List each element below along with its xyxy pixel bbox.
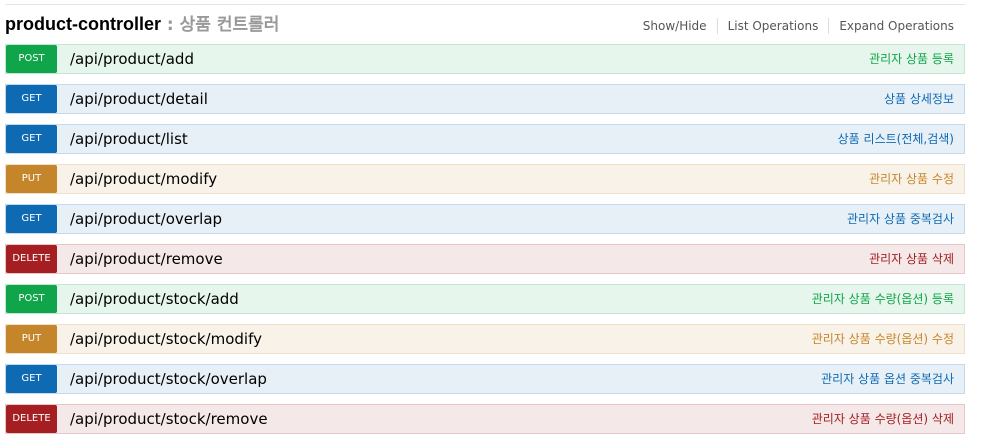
http-method-badge[interactable]: DELETE bbox=[6, 405, 57, 433]
endpoint-path[interactable]: /api/product/list bbox=[70, 125, 188, 153]
http-method-badge[interactable]: POST bbox=[6, 285, 57, 313]
endpoint-summary[interactable]: 관리자 상품 수량(옵션) 등록 bbox=[812, 285, 954, 313]
http-method-badge[interactable]: PUT bbox=[6, 165, 57, 193]
http-method-badge[interactable]: GET bbox=[6, 205, 57, 233]
endpoint-row[interactable]: GET /api/product/detail 상품 상세정보 bbox=[5, 84, 965, 114]
endpoint-row[interactable]: GET /api/product/list 상품 리스트(전체,검색) bbox=[5, 124, 965, 154]
endpoint-row[interactable]: GET /api/product/overlap 관리자 상품 중복검사 bbox=[5, 204, 965, 234]
endpoint-path[interactable]: /api/product/detail bbox=[70, 85, 208, 113]
endpoint-summary[interactable]: 상품 리스트(전체,검색) bbox=[838, 125, 954, 153]
list-operations-link[interactable]: List Operations bbox=[718, 18, 830, 34]
controller-header: product-controller : 상품 컨트롤러 Show/Hide L… bbox=[5, 8, 965, 38]
operations-links: Show/Hide List Operations Expand Operati… bbox=[633, 18, 954, 34]
http-method-badge[interactable]: GET bbox=[6, 365, 57, 393]
endpoint-path[interactable]: /api/product/stock/remove bbox=[70, 405, 268, 433]
controller-name[interactable]: product-controller bbox=[5, 14, 161, 34]
http-method-badge[interactable]: POST bbox=[6, 45, 57, 73]
expand-operations-link[interactable]: Expand Operations bbox=[829, 18, 954, 34]
endpoint-summary[interactable]: 관리자 상품 수정 bbox=[869, 165, 954, 193]
endpoint-row[interactable]: DELETE /api/product/remove 관리자 상품 삭제 bbox=[5, 244, 965, 274]
endpoint-path[interactable]: /api/product/modify bbox=[70, 165, 217, 193]
endpoint-summary[interactable]: 관리자 상품 옵션 중복검사 bbox=[821, 365, 954, 393]
controller-description: : 상품 컨트롤러 bbox=[161, 15, 280, 35]
endpoint-row[interactable]: POST /api/product/stock/add 관리자 상품 수량(옵션… bbox=[5, 284, 965, 314]
endpoint-path[interactable]: /api/product/stock/add bbox=[70, 285, 239, 313]
endpoint-summary[interactable]: 상품 상세정보 bbox=[884, 85, 954, 113]
endpoint-row[interactable]: PUT /api/product/modify 관리자 상품 수정 bbox=[5, 164, 965, 194]
controller-title[interactable]: product-controller : 상품 컨트롤러 bbox=[5, 10, 279, 35]
endpoint-summary[interactable]: 관리자 상품 중복검사 bbox=[847, 205, 954, 233]
endpoint-row[interactable]: DELETE /api/product/stock/remove 관리자 상품 … bbox=[5, 404, 965, 434]
show-hide-link[interactable]: Show/Hide bbox=[633, 18, 718, 34]
endpoint-summary[interactable]: 관리자 상품 등록 bbox=[869, 45, 954, 73]
endpoint-summary[interactable]: 관리자 상품 수량(옵션) 삭제 bbox=[812, 405, 954, 433]
endpoint-path[interactable]: /api/product/add bbox=[70, 45, 194, 73]
endpoint-list: POST /api/product/add 관리자 상품 등록 GET /api… bbox=[5, 44, 965, 444]
endpoint-row[interactable]: PUT /api/product/stock/modify 관리자 상품 수량(… bbox=[5, 324, 965, 354]
http-method-badge[interactable]: PUT bbox=[6, 325, 57, 353]
http-method-badge[interactable]: GET bbox=[6, 125, 57, 153]
top-divider bbox=[5, 4, 965, 5]
http-method-badge[interactable]: GET bbox=[6, 85, 57, 113]
http-method-badge[interactable]: DELETE bbox=[6, 245, 57, 273]
endpoint-row[interactable]: GET /api/product/stock/overlap 관리자 상품 옵션… bbox=[5, 364, 965, 394]
endpoint-path[interactable]: /api/product/overlap bbox=[70, 205, 222, 233]
endpoint-summary[interactable]: 관리자 상품 수량(옵션) 수정 bbox=[812, 325, 954, 353]
endpoint-path[interactable]: /api/product/stock/overlap bbox=[70, 365, 267, 393]
endpoint-path[interactable]: /api/product/remove bbox=[70, 245, 223, 273]
endpoint-summary[interactable]: 관리자 상품 삭제 bbox=[869, 245, 954, 273]
endpoint-row[interactable]: POST /api/product/add 관리자 상품 등록 bbox=[5, 44, 965, 74]
endpoint-path[interactable]: /api/product/stock/modify bbox=[70, 325, 262, 353]
